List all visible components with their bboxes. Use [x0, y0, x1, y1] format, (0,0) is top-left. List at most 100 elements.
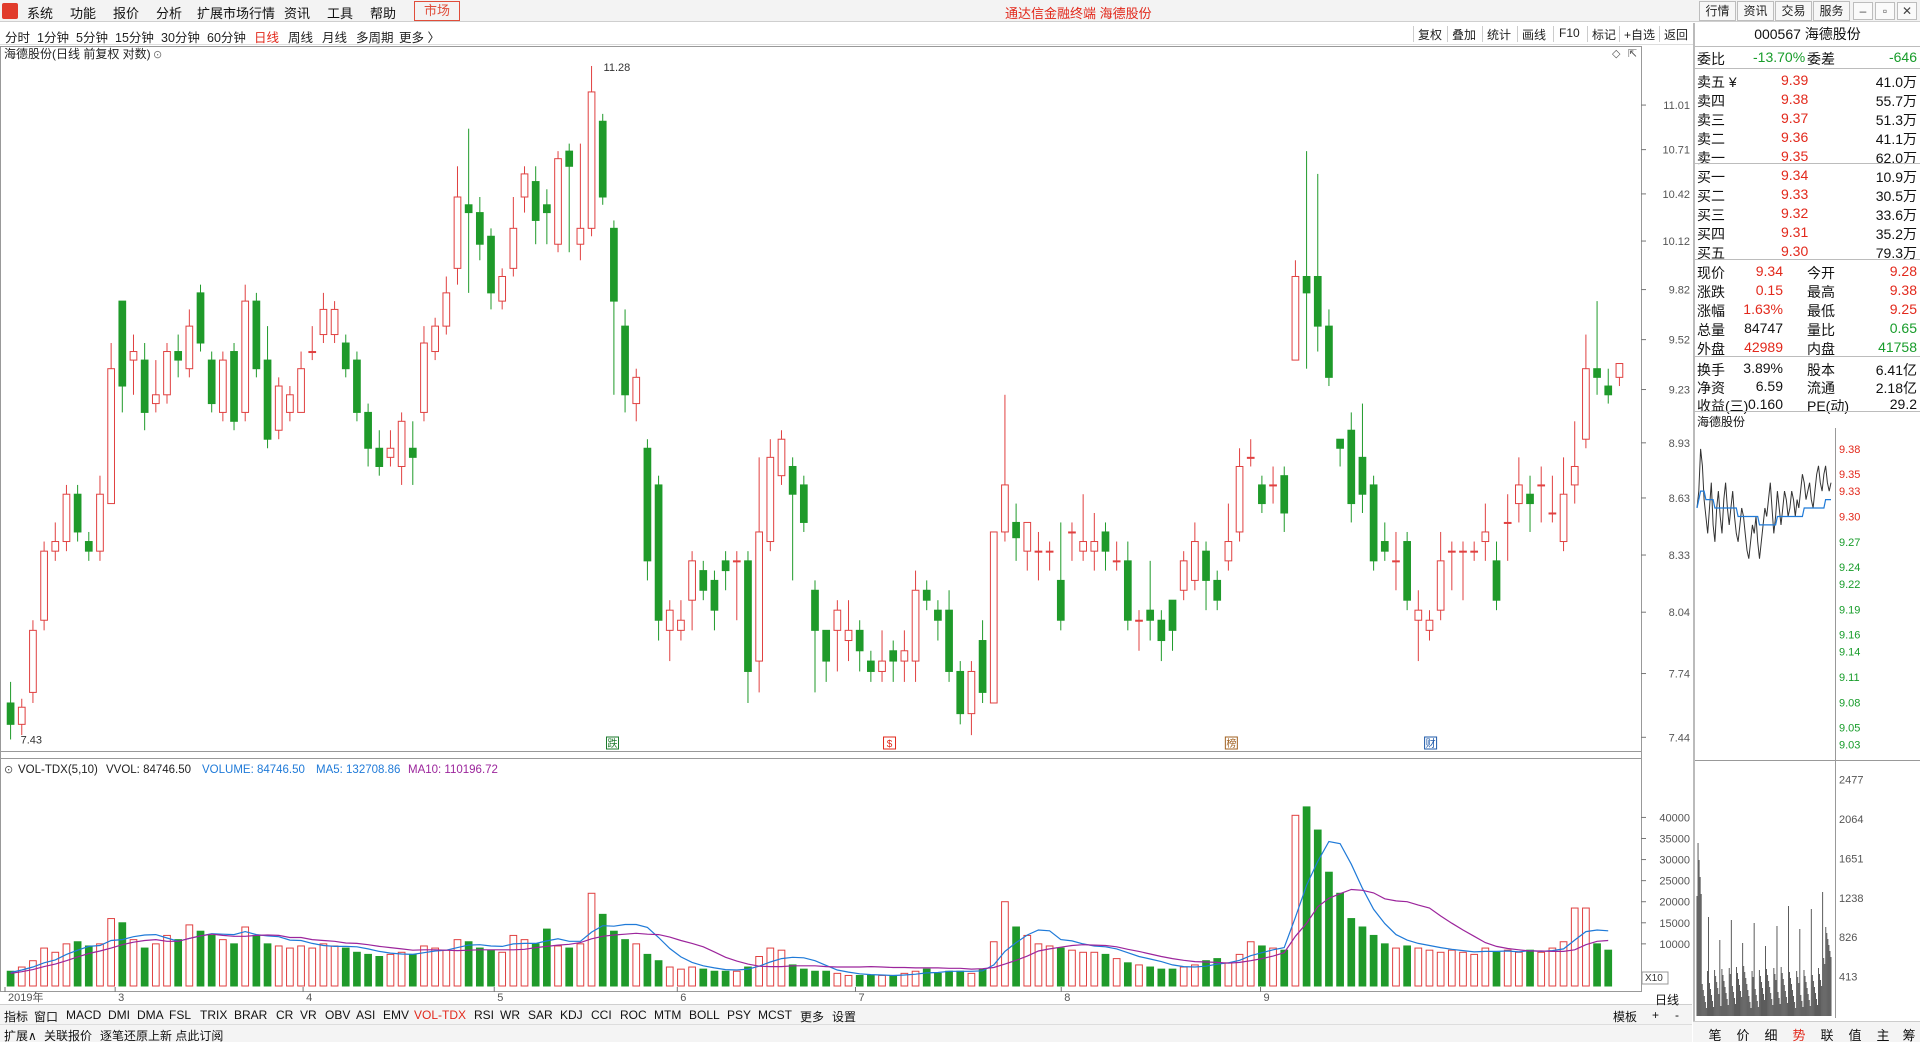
- intraday-mini-chart[interactable]: 9.38 9.35 9.33 9.30 9.27 9.24 9.22 9.19 9.16 9.14…: [1695, 428, 1920, 1021]
- ask-row[interactable]: 卖五 ¥9.39 41.0万: [1697, 71, 1919, 90]
- panel-tab[interactable]: 主: [1869, 1025, 1897, 1044]
- indicator-tab[interactable]: BRAR: [234, 1008, 267, 1022]
- main-chart[interactable]: 海德股份(日线 前复权 对数) ⊙ ◇ ⇱ 11.01 10.71 10.42 10.…: [0, 46, 1692, 1004]
- close-button[interactable]: ✕: [1897, 2, 1917, 20]
- tool-add-watchlist-button[interactable]: +自选: [1624, 26, 1655, 43]
- bid-row[interactable]: 买四 9.31 35.2万: [1697, 223, 1919, 242]
- indicator-tab-active[interactable]: VOL-TDX: [414, 1008, 466, 1022]
- volume-axis: 40000 35000 30000 25000 20000 15000 10000: [1641, 812, 1690, 951]
- top-button-service[interactable]: 服务: [1813, 1, 1850, 21]
- menu-item-tools[interactable]: 工具: [327, 3, 353, 22]
- top-button-quotes[interactable]: 行情: [1699, 1, 1736, 21]
- period-tab-5min[interactable]: 5分钟: [76, 27, 108, 46]
- period-tab-more[interactable]: 更多 〉: [399, 27, 440, 46]
- indicator-tab[interactable]: FSL: [169, 1008, 191, 1022]
- quote-panel: 000567 海德股份 委比 -13.70% 委差 -646 卖五 ¥9.39 4…: [1693, 23, 1920, 1021]
- ask-row[interactable]: 卖四 9.38 55.7万: [1697, 90, 1919, 109]
- indicator-tab[interactable]: 更多: [800, 1008, 824, 1025]
- tool-adjust-button[interactable]: 复权: [1418, 26, 1442, 43]
- period-tab-15min[interactable]: 15分钟: [115, 27, 154, 46]
- menu-item-news[interactable]: 资讯: [284, 3, 310, 22]
- top-button-trade[interactable]: 交易: [1775, 1, 1812, 21]
- indicator-tab[interactable]: ASI: [356, 1008, 375, 1022]
- zoom-in-button[interactable]: +: [1652, 1008, 1659, 1022]
- period-tab-monthly[interactable]: 月线: [322, 27, 347, 46]
- indicator-tab[interactable]: BOLL: [689, 1008, 720, 1022]
- indicator-tab[interactable]: TRIX: [200, 1008, 227, 1022]
- period-tab-1min[interactable]: 1分钟: [37, 27, 69, 46]
- mini-price-label: 9.03: [1839, 740, 1860, 752]
- candle-body: [1023, 521, 1032, 552]
- indicator-tab[interactable]: MTM: [654, 1008, 681, 1022]
- bid-row[interactable]: 买一 9.34 10.9万: [1697, 166, 1919, 185]
- indicator-tab[interactable]: WR: [500, 1008, 520, 1022]
- bid-row[interactable]: 买二 9.33 30.5万: [1697, 185, 1919, 204]
- panel-tab-active[interactable]: 势: [1785, 1025, 1813, 1044]
- period-tab-weekly[interactable]: 周线: [288, 27, 313, 46]
- status-expand[interactable]: 扩展∧: [4, 1027, 37, 1044]
- indicator-tab[interactable]: VR: [300, 1008, 317, 1022]
- period-tab-60min[interactable]: 60分钟: [207, 27, 246, 46]
- indicator-tab[interactable]: DMA: [137, 1008, 164, 1022]
- indicator-tab[interactable]: RSI: [474, 1008, 494, 1022]
- period-tab-daily[interactable]: 日线: [254, 27, 279, 46]
- menu-item-function[interactable]: 功能: [70, 3, 96, 22]
- candle: [643, 439, 652, 581]
- indicator-tab[interactable]: MACD: [66, 1008, 101, 1022]
- panel-tab[interactable]: 价: [1729, 1025, 1757, 1044]
- bid-row[interactable]: 买三 9.32 33.6万: [1697, 204, 1919, 223]
- app-logo-icon: [2, 3, 18, 19]
- menu-item-analysis[interactable]: 分析: [156, 3, 182, 22]
- tool-back-button[interactable]: 返回: [1664, 26, 1688, 43]
- chart-diamond-icon[interactable]: ◇: [1612, 48, 1621, 60]
- period-tab-multi[interactable]: 多周期: [356, 27, 394, 46]
- minimize-button[interactable]: –: [1853, 2, 1873, 20]
- chart-expand-icon[interactable]: ⇱: [1628, 48, 1637, 60]
- indicator-tab[interactable]: DMI: [108, 1008, 130, 1022]
- ask-row[interactable]: 卖二 9.36 41.1万: [1697, 128, 1919, 147]
- indicator-tab[interactable]: EMV: [383, 1008, 409, 1022]
- indicator-tab[interactable]: PSY: [727, 1008, 751, 1022]
- menu-item-help[interactable]: 帮助: [370, 3, 396, 22]
- indicator-tab[interactable]: 指标: [4, 1008, 28, 1025]
- panel-tab[interactable]: 筹: [1895, 1025, 1920, 1044]
- period-tab-30min[interactable]: 30分钟: [161, 27, 200, 46]
- indicator-tab[interactable]: MCST: [758, 1008, 792, 1022]
- time-tick-label: 3: [118, 992, 124, 1004]
- zoom-out-button[interactable]: -: [1675, 1008, 1679, 1022]
- indicator-tab[interactable]: OBV: [325, 1008, 350, 1022]
- indicator-tab[interactable]: SAR: [528, 1008, 553, 1022]
- volume-bar: [1101, 953, 1110, 987]
- indicator-tab[interactable]: 设置: [832, 1008, 856, 1025]
- tool-overlay-button[interactable]: 叠加: [1452, 26, 1476, 43]
- vol-tick-label: 30000: [1659, 855, 1690, 867]
- menu-item-extended-market[interactable]: 扩展市场行情: [197, 3, 275, 22]
- panel-tab[interactable]: 值: [1841, 1025, 1869, 1044]
- volume-bar: [878, 974, 886, 987]
- template-button[interactable]: 模板: [1613, 1008, 1637, 1025]
- chart-title-chevron-icon[interactable]: ⊙: [153, 49, 162, 61]
- tool-f10-button[interactable]: F10: [1559, 26, 1580, 40]
- candle-body: [196, 292, 205, 344]
- tool-mark-button[interactable]: 标记: [1592, 26, 1616, 43]
- top-button-news[interactable]: 资讯: [1737, 1, 1774, 21]
- market-button[interactable]: 市场: [414, 1, 460, 21]
- tool-stats-button[interactable]: 统计: [1487, 26, 1511, 43]
- tool-draw-button[interactable]: 画线: [1522, 26, 1546, 43]
- indicator-tab[interactable]: KDJ: [560, 1008, 583, 1022]
- status-linked-quote[interactable]: 关联报价: [44, 1027, 92, 1044]
- menu-item-quote[interactable]: 报价: [113, 3, 139, 22]
- indicator-tab[interactable]: CCI: [591, 1008, 612, 1022]
- menu-item-system[interactable]: 系统: [27, 3, 53, 22]
- panel-tab[interactable]: 细: [1757, 1025, 1785, 1044]
- indicator-tab[interactable]: 窗口: [34, 1008, 58, 1025]
- maximize-button[interactable]: ▫: [1875, 2, 1895, 20]
- indicator-tab[interactable]: ROC: [620, 1008, 647, 1022]
- vol-header-chevron-icon[interactable]: ⊙: [4, 764, 13, 776]
- indicator-tab[interactable]: CR: [276, 1008, 293, 1022]
- period-tab-intraday[interactable]: 分时: [5, 27, 30, 46]
- panel-tab[interactable]: 联: [1813, 1025, 1841, 1044]
- panel-tab[interactable]: 笔: [1701, 1025, 1729, 1044]
- ask-row[interactable]: 卖三 9.37 51.3万: [1697, 109, 1919, 128]
- status-subscribe[interactable]: 逐笔还原上新 点此订阅: [100, 1027, 223, 1044]
